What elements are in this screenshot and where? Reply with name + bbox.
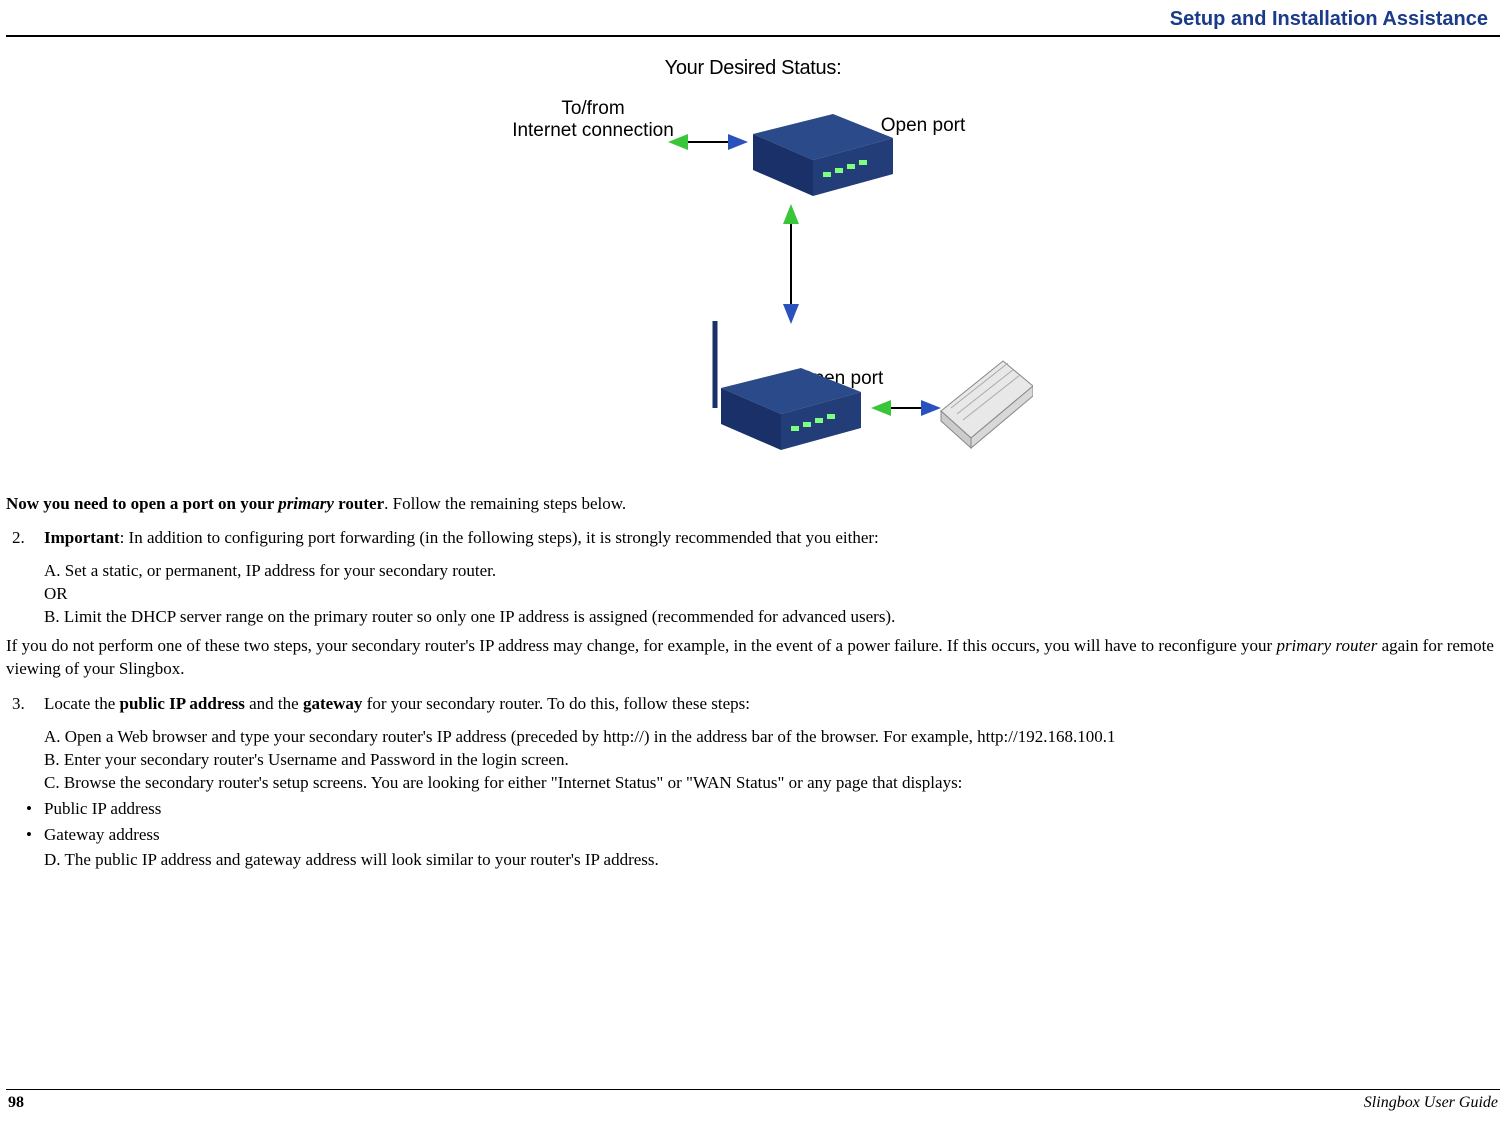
lead-bold-b: router: [334, 494, 384, 513]
router-top-icon: [753, 114, 893, 196]
label-open-port-top: Open port: [881, 115, 966, 136]
step-3-num: 3.: [12, 693, 25, 716]
page-header: Setup and Installation Assistance: [6, 0, 1500, 37]
steps-list: 2. Important: In addition to configuring…: [6, 527, 1500, 550]
step-2-rest: : In addition to configuring port forwar…: [120, 528, 879, 547]
step-2-a: A. Set a static, or permanent, IP addres…: [44, 560, 1500, 583]
step-2-b: B. Limit the DHCP server range on the pr…: [44, 606, 1500, 629]
network-diagram: To/from Internet connection Open port Op…: [473, 86, 1033, 481]
step-3-b: B. Enter your secondary router's Usernam…: [44, 749, 1500, 772]
page-number: 98: [6, 1094, 24, 1112]
step-2: 2. Important: In addition to configuring…: [6, 527, 1500, 550]
step-3-post: for your secondary router. To do this, f…: [362, 694, 750, 713]
label-internet: Internet connection: [512, 120, 674, 141]
arrow-right-icon: [728, 134, 748, 150]
steps-list-2: 3. Locate the public IP address and the …: [6, 693, 1500, 716]
diagram-wrap: To/from Internet connection Open port Op…: [6, 86, 1500, 481]
lead-plain: . Follow the remaining steps below.: [384, 494, 626, 513]
guide-name: Slingbox User Guide: [1364, 1094, 1500, 1112]
arrow-down-icon: [783, 304, 799, 324]
label-tofrom: To/from: [561, 98, 624, 119]
router-bottom-icon: [715, 321, 861, 450]
lead-ital: primary: [278, 494, 334, 513]
step-3-bullets: Public IP address Gateway address: [26, 796, 1500, 847]
slingbox-device-icon: [941, 361, 1033, 448]
list-item: Public IP address: [26, 796, 1500, 822]
step-3-c: C. Browse the secondary router's setup s…: [44, 772, 1500, 795]
warn-ital: primary router: [1276, 636, 1377, 655]
list-item: Gateway address: [26, 822, 1500, 848]
step-2-label: Important: [44, 528, 120, 547]
step-2-num: 2.: [12, 527, 25, 550]
lead-bold-a: Now you need to open a port on your: [6, 494, 278, 513]
arrow-up-icon: [783, 204, 799, 224]
step-3-d: D. The public IP address and gateway add…: [44, 849, 1500, 872]
lead-paragraph: Now you need to open a port on your prim…: [6, 493, 1500, 515]
page-footer: 98 Slingbox User Guide: [6, 1089, 1500, 1112]
warn-pre: If you do not perform one of these two s…: [6, 636, 1276, 655]
step-3-mid: and the: [245, 694, 303, 713]
diagram-title: Your Desired Status:: [6, 57, 1500, 80]
step-3-b1: public IP address: [120, 694, 245, 713]
arrow-right-icon: [921, 400, 941, 416]
page-content: Your Desired Status: To/from Internet co…: [0, 37, 1506, 872]
step-2-or: OR: [44, 583, 1500, 606]
step-3: 3. Locate the public IP address and the …: [6, 693, 1500, 716]
section-title: Setup and Installation Assistance: [1170, 8, 1488, 30]
warning-paragraph: If you do not perform one of these two s…: [6, 635, 1500, 681]
step-3-pre: Locate the: [44, 694, 120, 713]
step-3-a: A. Open a Web browser and type your seco…: [44, 726, 1500, 749]
step-3-b2: gateway: [303, 694, 362, 713]
arrow-left-icon: [871, 400, 891, 416]
